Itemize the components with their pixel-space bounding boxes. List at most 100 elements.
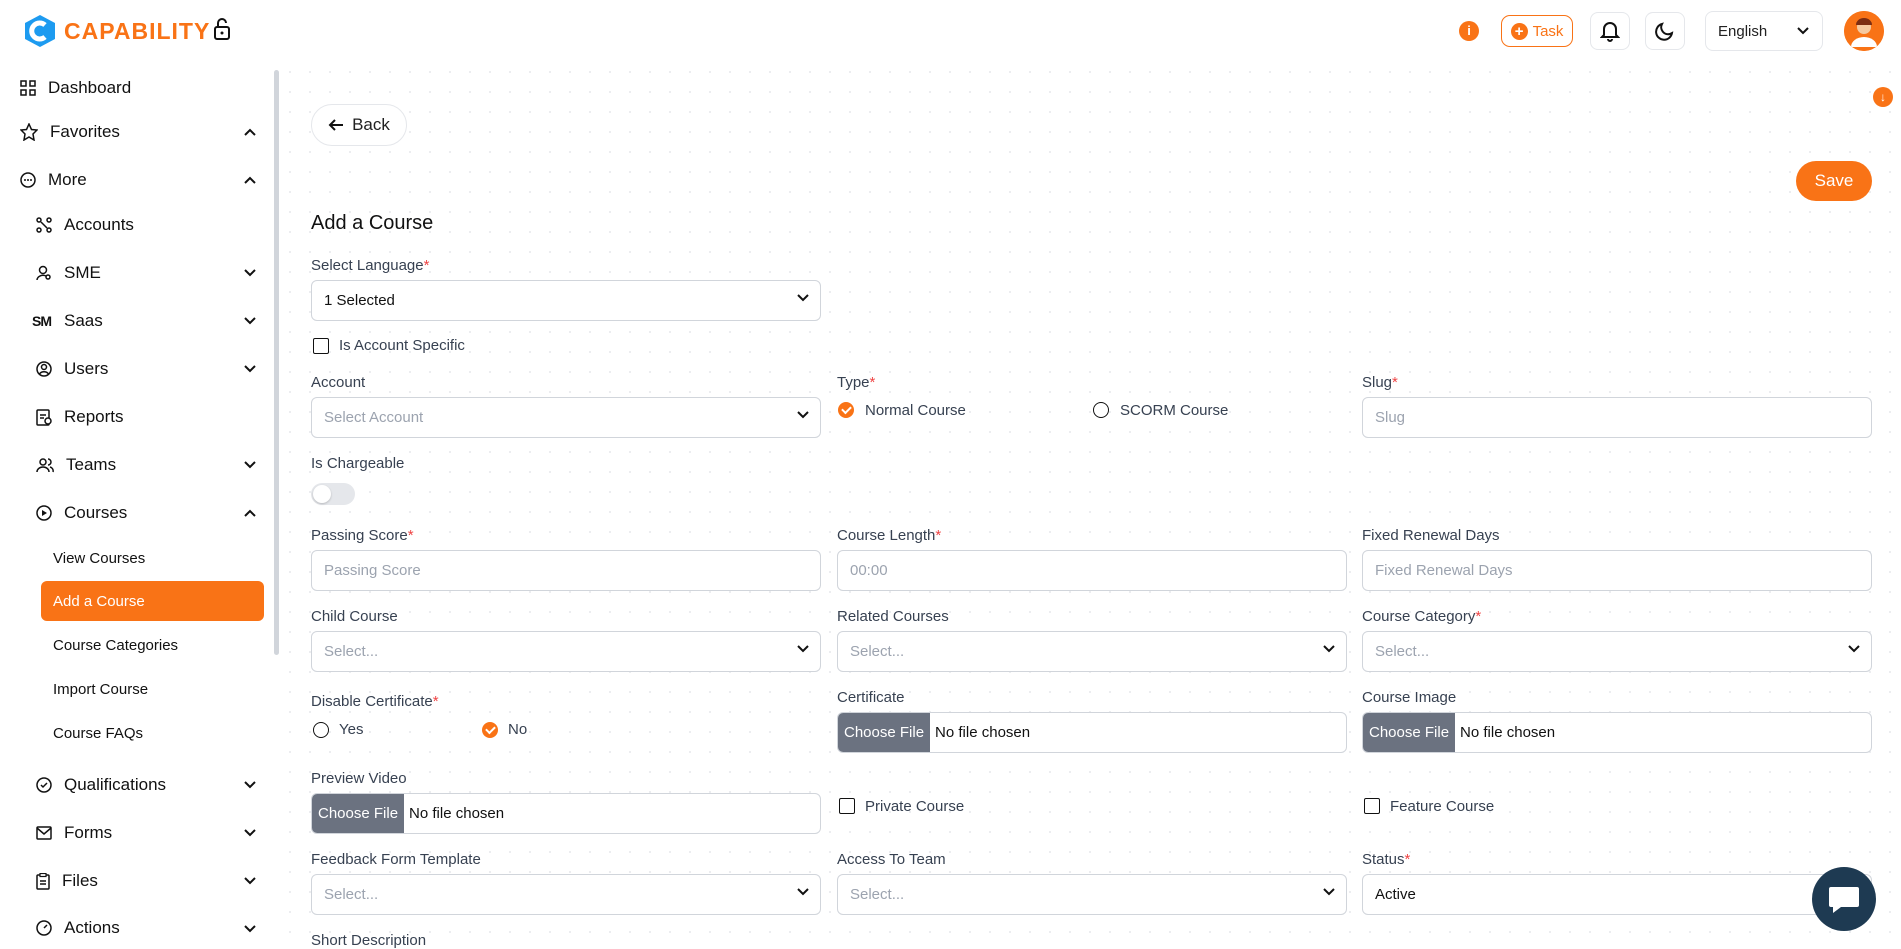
chevron-down-icon[interactable]: [243, 924, 257, 934]
is-account-specific-label: Is Account Specific: [339, 337, 465, 354]
scroll-down-icon[interactable]: ↓: [1873, 87, 1893, 107]
sidebar-item-saas[interactable]: SM Saas: [32, 311, 103, 331]
scorm-course-radio[interactable]: [1093, 402, 1109, 418]
chevron-down-icon[interactable]: [243, 364, 257, 374]
info-icon[interactable]: i: [1459, 21, 1479, 41]
sidebar-item-files[interactable]: Files: [36, 871, 98, 891]
sidebar-label: Accounts: [64, 215, 134, 234]
choose-file-button[interactable]: Choose File: [838, 713, 931, 752]
sidebar-item-actions[interactable]: Actions: [36, 918, 120, 938]
sidebar-item-teams[interactable]: Teams: [36, 455, 116, 475]
fixed-renewal-days-input[interactable]: Fixed Renewal Days: [1362, 550, 1872, 591]
certificate-file-input[interactable]: Choose File No file chosen: [837, 712, 1347, 753]
status-select[interactable]: Active: [1362, 874, 1872, 915]
disable-certificate-no-radio[interactable]: [482, 722, 498, 738]
sidebar-item-reports[interactable]: Reports: [36, 407, 124, 427]
select-language-dropdown[interactable]: 1 Selected: [311, 280, 821, 321]
sidebar-item-add-course[interactable]: Add a Course: [41, 581, 264, 621]
sidebar-item-courses[interactable]: Courses: [36, 503, 127, 523]
chevron-down-icon[interactable]: [243, 828, 257, 838]
status-label: Status*: [1362, 851, 1411, 868]
related-courses-placeholder: Select...: [850, 643, 905, 660]
preview-video-file-input[interactable]: Choose File No file chosen: [311, 793, 821, 834]
chat-button[interactable]: [1812, 867, 1876, 931]
user-avatar[interactable]: [1844, 11, 1884, 51]
chevron-up-icon[interactable]: [243, 175, 257, 185]
access-team-placeholder: Select...: [850, 886, 905, 903]
team-icon: [36, 458, 54, 473]
status-value: Active: [1375, 886, 1416, 903]
sidebar-label: More: [48, 170, 87, 189]
disable-certificate-yes-radio[interactable]: [313, 722, 329, 738]
private-course-label: Private Course: [865, 798, 965, 815]
sidebar-item-dashboard[interactable]: Dashboard: [20, 78, 131, 98]
feedback-form-label: Feedback Form Template: [311, 851, 481, 868]
passing-score-placeholder: Passing Score: [324, 562, 421, 579]
accounts-icon: [36, 217, 52, 233]
sidebar-item-import-course[interactable]: Import Course: [41, 669, 264, 709]
sm-icon: SM: [32, 313, 52, 329]
back-button[interactable]: Back: [311, 104, 407, 146]
select-language-value: 1 Selected: [324, 292, 395, 309]
sidebar-item-course-faqs[interactable]: Course FAQs: [41, 713, 264, 753]
access-team-label: Access To Team: [837, 851, 946, 868]
sidebar-item-more[interactable]: More: [20, 170, 87, 190]
course-length-input[interactable]: 00:00: [837, 550, 1347, 591]
clipboard-icon: [36, 872, 50, 890]
chevron-down-icon: [797, 294, 809, 302]
choose-file-button[interactable]: Choose File: [1363, 713, 1456, 752]
sidebar-item-forms[interactable]: Forms: [36, 823, 112, 843]
normal-course-radio[interactable]: [838, 402, 854, 418]
chevron-down-icon[interactable]: [243, 460, 257, 470]
private-course-checkbox[interactable]: [839, 798, 855, 814]
sidebar-label: Dashboard: [48, 78, 132, 97]
sidebar-item-course-categories[interactable]: Course Categories: [41, 625, 264, 665]
page-title: Add a Course: [311, 212, 434, 234]
sidebar-label: Teams: [66, 455, 117, 474]
chevron-down-icon[interactable]: [243, 268, 257, 278]
access-team-select[interactable]: Select...: [837, 874, 1347, 915]
course-category-select[interactable]: Select...: [1362, 631, 1872, 672]
course-image-file-input[interactable]: Choose File No file chosen: [1362, 712, 1872, 753]
related-courses-select[interactable]: Select...: [837, 631, 1347, 672]
sidebar-item-qualifications[interactable]: Qualifications: [36, 775, 166, 795]
sidebar-scrollbar[interactable]: [274, 70, 279, 655]
notification-bell-button[interactable]: [1590, 12, 1630, 50]
course-category-placeholder: Select...: [1375, 643, 1430, 660]
chevron-up-icon[interactable]: [243, 508, 257, 518]
is-chargeable-toggle[interactable]: [311, 483, 355, 505]
feature-course-checkbox[interactable]: [1364, 798, 1380, 814]
feedback-form-select[interactable]: Select...: [311, 874, 821, 915]
chevron-down-icon[interactable]: [243, 316, 257, 326]
sidebar-item-favorites[interactable]: Favorites: [20, 122, 120, 142]
is-account-specific-checkbox[interactable]: [313, 338, 329, 354]
language-select[interactable]: English: [1705, 11, 1823, 51]
sidebar-item-accounts[interactable]: Accounts: [36, 215, 134, 235]
sidebar-item-users[interactable]: Users: [36, 359, 108, 379]
gauge-icon: [36, 920, 52, 936]
slug-input[interactable]: Slug: [1362, 397, 1872, 438]
unlock-icon[interactable]: [212, 17, 232, 46]
passing-score-input[interactable]: Passing Score: [311, 550, 821, 591]
plus-icon: +: [1510, 22, 1528, 40]
dark-mode-button[interactable]: [1645, 12, 1685, 50]
grid-icon: [20, 80, 36, 96]
course-image-label: Course Image: [1362, 689, 1457, 706]
course-length-placeholder: 00:00: [850, 562, 888, 579]
chevron-down-icon[interactable]: [243, 876, 257, 886]
account-select[interactable]: Select Account: [311, 397, 821, 438]
sidebar-item-view-courses[interactable]: View Courses: [41, 538, 264, 578]
sidebar-label: Favorites: [50, 122, 120, 141]
sidebar-item-sme[interactable]: SME: [36, 263, 101, 283]
sidebar-label: Reports: [64, 407, 124, 426]
child-course-select[interactable]: Select...: [311, 631, 821, 672]
save-button[interactable]: Save: [1796, 161, 1872, 201]
logo-icon: [25, 15, 55, 47]
chevron-up-icon[interactable]: [243, 127, 257, 137]
logo[interactable]: CAPABILITY: [22, 14, 210, 48]
choose-file-button[interactable]: Choose File: [312, 794, 405, 833]
back-label: Back: [352, 115, 390, 134]
chevron-down-icon[interactable]: [243, 780, 257, 790]
check-circle-icon: [36, 777, 52, 793]
task-button[interactable]: + Task: [1501, 15, 1573, 47]
